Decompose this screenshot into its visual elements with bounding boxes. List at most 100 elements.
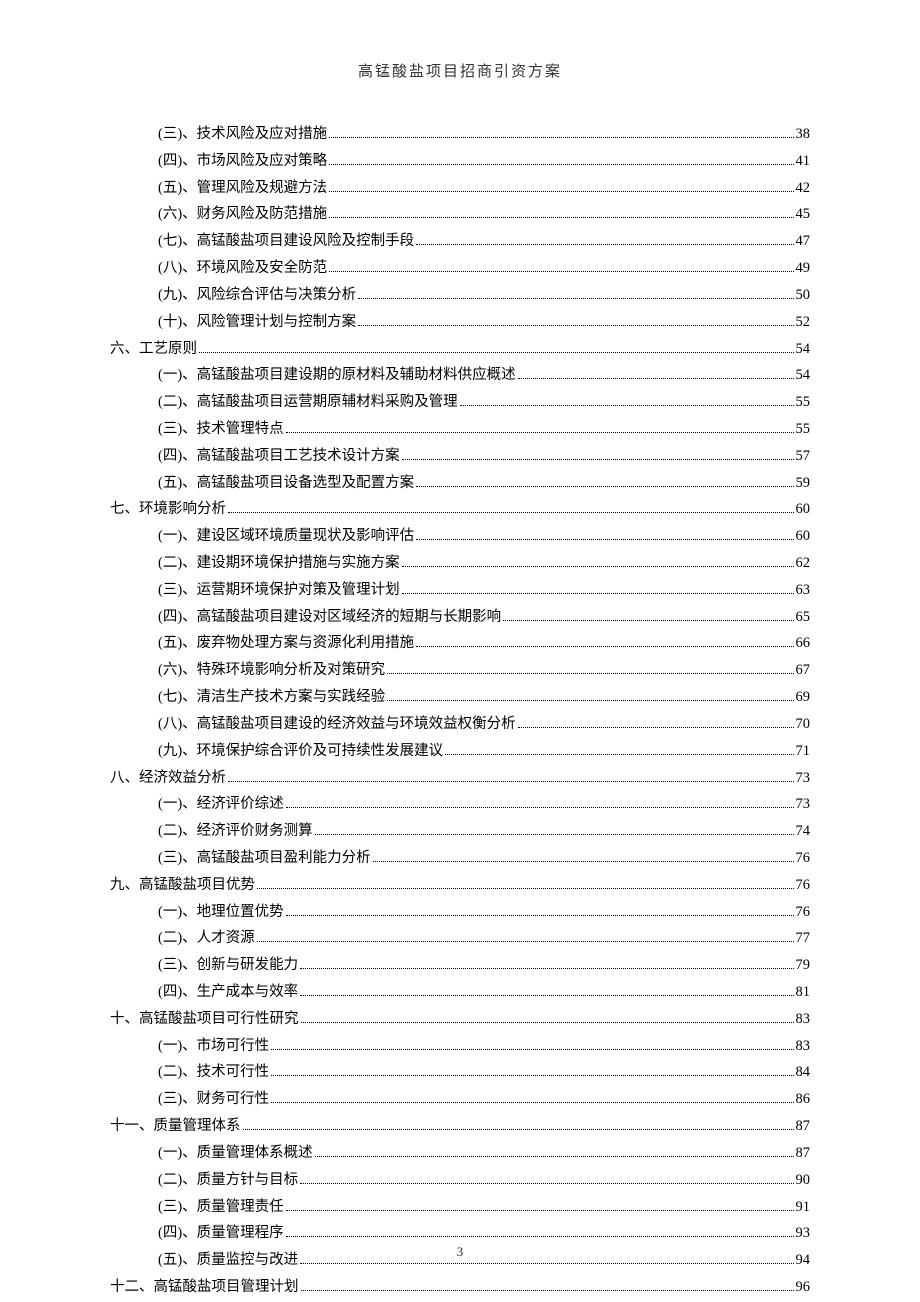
toc-leader (286, 432, 794, 433)
toc-leader (271, 1075, 793, 1076)
toc-entry: 六、工艺原则54 (110, 336, 810, 363)
toc-entry: (一)、经济评价综述73 (158, 791, 810, 818)
toc-entry: (三)、财务可行性86 (158, 1086, 810, 1113)
toc-leader (416, 486, 793, 487)
toc-leader (518, 378, 794, 379)
toc-entry: (二)、人才资源77 (158, 925, 810, 952)
toc-entry-page: 74 (796, 818, 811, 845)
toc-leader (271, 1049, 793, 1050)
toc-entry: 十一、质量管理体系87 (110, 1113, 810, 1140)
toc-entry-label: (四)、生产成本与效率 (158, 979, 298, 1006)
toc-leader (243, 1129, 794, 1130)
toc-leader (329, 191, 793, 192)
toc-entry-page: 91 (796, 1194, 811, 1221)
toc-entry-page: 47 (796, 228, 811, 255)
toc-entry-page: 83 (796, 1033, 811, 1060)
toc-entry: (六)、特殊环境影响分析及对策研究67 (158, 657, 810, 684)
toc-entry-page: 45 (796, 201, 811, 228)
toc-entry-label: (八)、高锰酸盐项目建设的经济效益与环境效益权衡分析 (158, 711, 516, 738)
toc-entry-label: (三)、创新与研发能力 (158, 952, 298, 979)
toc-entry: (二)、技术可行性84 (158, 1059, 810, 1086)
toc-entry-page: 87 (796, 1113, 811, 1140)
toc-entry: (二)、经济评价财务测算 74 (158, 818, 810, 845)
toc-leader (271, 1102, 793, 1103)
table-of-contents: (三)、技术风险及应对措施38(四)、市场风险及应对策略41(五)、管理风险及规… (110, 121, 810, 1301)
toc-entry-label: (二)、质量方针与目标 (158, 1167, 298, 1194)
toc-leader (402, 593, 794, 594)
toc-leader (329, 271, 793, 272)
toc-entry: (八)、环境风险及安全防范49 (158, 255, 810, 282)
toc-entry-label: (一)、市场可行性 (158, 1033, 269, 1060)
toc-entry-label: 九、高锰酸盐项目优势 (110, 872, 255, 899)
toc-entry: (一)、市场可行性 83 (158, 1033, 810, 1060)
toc-entry-page: 41 (796, 148, 811, 175)
toc-entry: (二)、建设期环境保护措施与实施方案62 (158, 550, 810, 577)
toc-entry: (十)、风险管理计划与控制方案52 (158, 309, 810, 336)
toc-entry-page: 90 (796, 1167, 811, 1194)
toc-leader (402, 566, 794, 567)
toc-entry: (六)、财务风险及防范措施45 (158, 201, 810, 228)
toc-entry-page: 81 (796, 979, 811, 1006)
toc-entry-page: 65 (796, 604, 811, 631)
toc-entry-page: 76 (796, 872, 811, 899)
toc-entry: (三)、创新与研发能力79 (158, 952, 810, 979)
toc-entry: (七)、清洁生产技术方案与实践经验69 (158, 684, 810, 711)
toc-entry-label: (二)、经济评价财务测算 (158, 818, 313, 845)
toc-leader (301, 1022, 794, 1023)
toc-entry-label: (一)、质量管理体系概述 (158, 1140, 313, 1167)
toc-entry: 九、高锰酸盐项目优势 76 (110, 872, 810, 899)
toc-entry: (九)、风险综合评估与决策分析50 (158, 282, 810, 309)
toc-entry: (三)、质量管理责任91 (158, 1194, 810, 1221)
toc-entry: (三)、运营期环境保护对策及管理计划63 (158, 577, 810, 604)
toc-entry-label: (三)、高锰酸盐项目盈利能力分析 (158, 845, 371, 872)
toc-leader (329, 164, 793, 165)
toc-entry-page: 60 (796, 523, 811, 550)
page-number: 3 (0, 1244, 920, 1260)
toc-entry: (八)、高锰酸盐项目建设的经济效益与环境效益权衡分析 70 (158, 711, 810, 738)
toc-entry-label: (三)、技术管理特点 (158, 416, 284, 443)
toc-entry-label: 七、环境影响分析 (110, 496, 226, 523)
toc-leader (503, 620, 793, 621)
toc-entry-page: 69 (796, 684, 811, 711)
toc-entry-page: 87 (796, 1140, 811, 1167)
toc-entry-page: 60 (796, 496, 811, 523)
toc-leader (518, 727, 794, 728)
toc-entry-page: 76 (796, 845, 811, 872)
toc-entry-page: 52 (796, 309, 811, 336)
toc-entry-label: (七)、高锰酸盐项目建设风险及控制手段 (158, 228, 414, 255)
toc-entry-page: 54 (796, 336, 811, 363)
toc-entry: (四)、高锰酸盐项目建设对区域经济的短期与长期影响65 (158, 604, 810, 631)
toc-entry: (二)、质量方针与目标 90 (158, 1167, 810, 1194)
toc-entry-page: 70 (796, 711, 811, 738)
toc-entry-page: 71 (796, 738, 811, 765)
toc-entry-label: (九)、环境保护综合评价及可持续性发展建议 (158, 738, 443, 765)
toc-leader (460, 405, 794, 406)
toc-entry-label: (一)、地理位置优势 (158, 899, 284, 926)
toc-leader (373, 861, 794, 862)
toc-leader (286, 807, 794, 808)
toc-entry: 十二、高锰酸盐项目管理计划96 (110, 1274, 810, 1301)
toc-leader (387, 673, 793, 674)
toc-entry-page: 50 (796, 282, 811, 309)
toc-entry: (四)、高锰酸盐项目工艺技术设计方案57 (158, 443, 810, 470)
toc-entry-label: (二)、人才资源 (158, 925, 255, 952)
toc-leader (300, 1263, 793, 1264)
toc-entry-page: 63 (796, 577, 811, 604)
toc-entry-label: (五)、高锰酸盐项目设备选型及配置方案 (158, 470, 414, 497)
toc-entry: (三)、技术管理特点 55 (158, 416, 810, 443)
toc-leader (301, 1290, 794, 1291)
toc-leader (402, 459, 794, 460)
toc-entry-label: (八)、环境风险及安全防范 (158, 255, 327, 282)
toc-leader (358, 298, 793, 299)
toc-entry-label: (一)、建设区域环境质量现状及影响评估 (158, 523, 414, 550)
toc-entry-page: 66 (796, 630, 811, 657)
toc-entry-page: 76 (796, 899, 811, 926)
toc-leader (257, 941, 794, 942)
toc-leader (329, 137, 793, 138)
toc-entry-page: 55 (796, 416, 811, 443)
toc-entry-label: (五)、管理风险及规避方法 (158, 175, 327, 202)
toc-entry-label: (四)、市场风险及应对策略 (158, 148, 327, 175)
toc-entry: (四)、生产成本与效率 81 (158, 979, 810, 1006)
toc-leader (286, 1210, 794, 1211)
toc-leader (286, 1236, 794, 1237)
